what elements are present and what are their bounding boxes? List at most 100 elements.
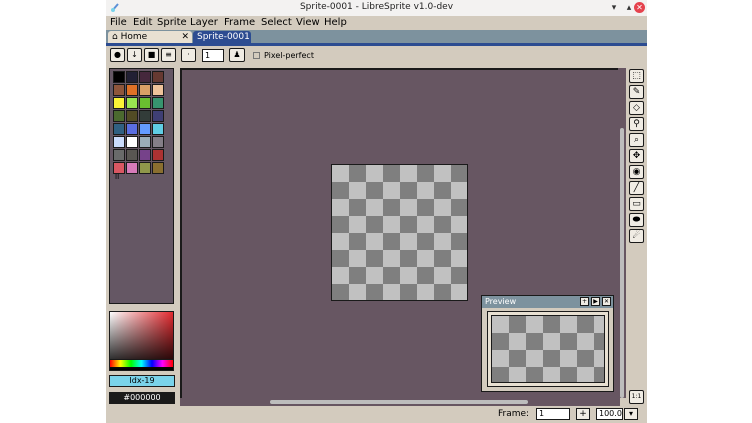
palette-swatch[interactable] bbox=[152, 162, 164, 174]
minimize-button[interactable]: ▾ bbox=[609, 3, 619, 13]
line-icon: ╱ bbox=[633, 183, 640, 193]
pixel-perfect-checkbox[interactable] bbox=[253, 52, 260, 59]
tab-home[interactable]: ⌂ Home ✕ bbox=[108, 31, 192, 43]
ellipse-tool-button[interactable]: ⬬ bbox=[629, 213, 644, 227]
preview-frame bbox=[487, 311, 609, 387]
eraser-icon: ◇ bbox=[633, 103, 640, 113]
brush-size-input[interactable]: 1 bbox=[202, 49, 224, 62]
color-index-field[interactable]: Idx-19 bbox=[109, 375, 175, 387]
rectangular-marquee-tool-button[interactable]: ⬚ bbox=[629, 69, 644, 83]
palette-swatch[interactable] bbox=[152, 149, 164, 161]
context-bar: ● ↓ ■ ≡ · 1 ♟ Pixel-perfect bbox=[106, 46, 647, 66]
eyedropper-icon: ⚲ bbox=[633, 119, 640, 129]
close-window-button[interactable]: ✕ bbox=[634, 2, 645, 13]
palette-swatch[interactable] bbox=[113, 110, 125, 122]
palette-swatch[interactable] bbox=[113, 149, 125, 161]
vertical-scrollbar[interactable] bbox=[618, 68, 626, 398]
sprite-canvas[interactable] bbox=[331, 164, 468, 301]
palette-swatch[interactable] bbox=[126, 149, 138, 161]
ellipse-icon: ⬬ bbox=[632, 215, 641, 225]
tab-sprite[interactable]: Sprite-0001 bbox=[193, 31, 251, 43]
menu-help[interactable]: Help bbox=[324, 17, 347, 28]
menu-edit[interactable]: Edit bbox=[133, 17, 152, 28]
brush-square-button[interactable]: ■ bbox=[144, 48, 159, 62]
zoom-dropdown-button[interactable]: ▾ bbox=[624, 408, 638, 420]
brush-arrow-button[interactable]: ↓ bbox=[127, 48, 142, 62]
paint-bucket-icon: ◉ bbox=[632, 167, 641, 177]
preview-center-button[interactable]: + bbox=[580, 297, 589, 306]
horizontal-scrollbar[interactable] bbox=[180, 398, 620, 406]
palette-swatch[interactable] bbox=[139, 136, 151, 148]
palette-swatch[interactable] bbox=[152, 97, 164, 109]
move-icon: ✥ bbox=[632, 151, 641, 161]
preview-canvas bbox=[491, 315, 605, 383]
eraser-tool-button[interactable]: ◇ bbox=[629, 101, 644, 115]
line-tool-button[interactable]: ╱ bbox=[629, 181, 644, 195]
zoom-input[interactable]: 100.0 bbox=[596, 408, 623, 420]
rectangular-marquee-icon: ⬚ bbox=[632, 71, 641, 81]
menu-layer[interactable]: Layer bbox=[190, 17, 218, 28]
brush-round-button[interactable]: ● bbox=[110, 48, 125, 62]
preview-play-button[interactable]: ▶ bbox=[591, 297, 600, 306]
brush-lines-button[interactable]: ≡ bbox=[161, 48, 176, 62]
preview-close-button[interactable]: ✕ bbox=[602, 297, 611, 306]
eyedropper-tool-button[interactable]: ⚲ bbox=[629, 117, 644, 131]
palette-swatch[interactable] bbox=[139, 162, 151, 174]
brush-dot-button[interactable]: · bbox=[181, 48, 196, 62]
palette-swatch[interactable] bbox=[113, 123, 125, 135]
zoom-one-to-one-button[interactable]: 1:1 bbox=[629, 390, 644, 404]
menu-select[interactable]: Select bbox=[261, 17, 292, 28]
palette-swatch[interactable] bbox=[126, 123, 138, 135]
ink-button[interactable]: ♟ bbox=[229, 48, 245, 62]
palette-swatch[interactable] bbox=[139, 97, 151, 109]
maximize-button[interactable]: ▴ bbox=[624, 3, 634, 13]
palette-swatch[interactable] bbox=[113, 97, 125, 109]
palette-swatch[interactable] bbox=[139, 149, 151, 161]
blur-tool-button[interactable]: ☄ bbox=[629, 229, 644, 243]
frame-input[interactable]: 1 bbox=[536, 408, 570, 420]
palette-swatch[interactable] bbox=[126, 162, 138, 174]
palette-swatch[interactable] bbox=[139, 71, 151, 83]
palette-swatch[interactable] bbox=[126, 136, 138, 148]
move-tool-button[interactable]: ✥ bbox=[629, 149, 644, 163]
palette-swatch[interactable] bbox=[139, 110, 151, 122]
home-icon: ⌂ bbox=[112, 32, 118, 42]
chevron-down-icon: ▾ bbox=[628, 409, 633, 418]
pencil-icon: ✎ bbox=[632, 87, 641, 97]
palette-swatch[interactable] bbox=[126, 97, 138, 109]
menu-view[interactable]: View bbox=[296, 17, 320, 28]
horizontal-scroll-thumb[interactable] bbox=[270, 400, 528, 404]
paint-bucket-tool-button[interactable]: ◉ bbox=[629, 165, 644, 179]
menu-file[interactable]: File bbox=[110, 17, 127, 28]
status-bar: Frame: 1 + 100.0 ▾ bbox=[106, 407, 647, 423]
palette-swatch[interactable] bbox=[126, 71, 138, 83]
menu-sprite[interactable]: Sprite bbox=[157, 17, 187, 28]
menu-frame[interactable]: Frame bbox=[224, 17, 255, 28]
palette-swatch[interactable] bbox=[126, 84, 138, 96]
palette-swatch[interactable] bbox=[113, 71, 125, 83]
menu-bar: File Edit Sprite Layer Frame Select View… bbox=[106, 16, 647, 30]
rectangle-tool-button[interactable]: ▭ bbox=[629, 197, 644, 211]
ink-icon: ♟ bbox=[233, 50, 241, 59]
vertical-scroll-thumb[interactable] bbox=[620, 128, 624, 398]
palette-swatch[interactable] bbox=[152, 71, 164, 83]
palette-swatch[interactable] bbox=[152, 84, 164, 96]
palette-swatch[interactable] bbox=[113, 136, 125, 148]
palette-swatch[interactable] bbox=[152, 136, 164, 148]
frame-label: Frame: bbox=[498, 409, 530, 419]
preview-window: Preview + ▶ ✕ bbox=[481, 295, 614, 392]
palette-swatch[interactable] bbox=[139, 84, 151, 96]
palette-swatch[interactable] bbox=[152, 123, 164, 135]
palette-swatch[interactable] bbox=[152, 110, 164, 122]
palette-swatch[interactable] bbox=[139, 123, 151, 135]
color-hex-field[interactable]: #000000 bbox=[109, 392, 175, 404]
zoom-tool-button[interactable]: ⌕ bbox=[629, 133, 644, 147]
hue-slider[interactable] bbox=[110, 359, 173, 367]
close-tab-icon[interactable]: ✕ bbox=[181, 31, 189, 43]
palette-swatch[interactable] bbox=[113, 84, 125, 96]
palette-swatch[interactable] bbox=[126, 110, 138, 122]
add-frame-button[interactable]: + bbox=[576, 408, 590, 420]
pencil-tool-button[interactable]: ✎ bbox=[629, 85, 644, 99]
rectangle-icon: ▭ bbox=[632, 199, 641, 209]
palette-handle[interactable]: II bbox=[115, 173, 119, 181]
